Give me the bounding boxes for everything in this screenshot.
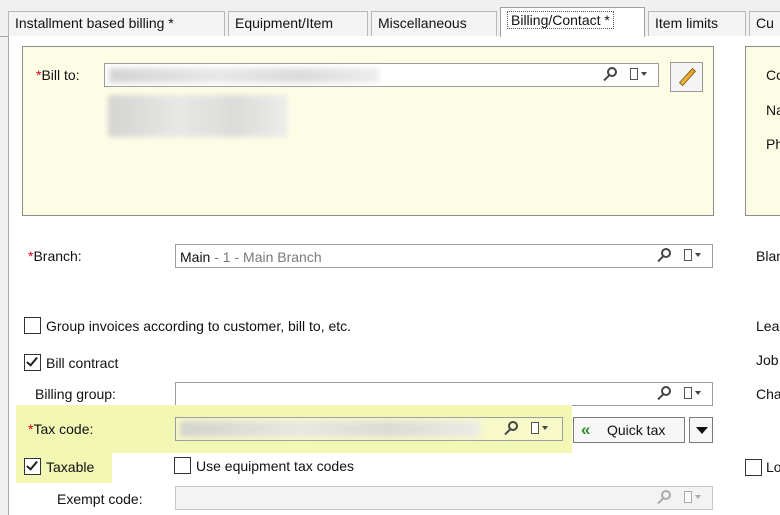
edit-bill-to-button[interactable]	[670, 62, 703, 92]
double-chevron-left-icon: «	[581, 420, 591, 439]
lo-checkbox[interactable]	[745, 459, 762, 476]
tab-miscellaneous[interactable]: Miscellaneous	[371, 11, 497, 36]
quick-tax-button[interactable]: « Quick tax	[573, 417, 685, 443]
branch-label-text: Branch:	[33, 248, 82, 264]
use-equipment-tax-label: Use equipment tax codes	[196, 458, 354, 474]
job-label: Job	[756, 352, 779, 368]
tax-code-input[interactable]	[175, 417, 563, 441]
search-icon[interactable]	[656, 247, 676, 265]
bill-to-label-text: Bill to:	[41, 67, 80, 83]
tab-item-limits[interactable]: Item limits	[648, 11, 746, 36]
tax-code-label: *Tax code:	[28, 421, 93, 437]
bill-to-label: *Bill to:	[36, 67, 80, 83]
lease-label: Lea	[756, 318, 780, 334]
group-invoices-checkbox[interactable]	[24, 317, 41, 334]
lo-label: Lo	[766, 459, 780, 475]
billing-group-input[interactable]	[175, 382, 713, 406]
contact-label-co: Co	[766, 67, 780, 83]
tab-label: Equipment/Item	[235, 15, 334, 31]
redacted-value	[180, 421, 480, 437]
pencil-icon	[678, 67, 697, 87]
redacted-value	[109, 68, 379, 83]
quick-tax-dropdown-button[interactable]	[689, 417, 713, 443]
tab-installment-based-billing[interactable]: Installment based billing *	[8, 11, 225, 36]
contact-label-ph: Ph	[766, 136, 780, 152]
group-invoices-label: Group invoices according to customer, bi…	[46, 318, 352, 334]
branch-value-suffix: - 1 - Main Branch	[210, 249, 322, 265]
checkmark-icon	[26, 458, 38, 471]
branch-value-main: Main	[180, 249, 211, 265]
bill-to-input[interactable]	[104, 63, 659, 87]
tab-label: Billing/Contact *	[507, 11, 614, 29]
lookup-menu-icon[interactable]	[629, 66, 649, 84]
exempt-code-input[interactable]	[175, 486, 713, 510]
lookup-menu-icon[interactable]	[530, 420, 550, 438]
tab-cu[interactable]: Cu	[749, 11, 780, 36]
tax-code-label-text: Tax code:	[33, 421, 94, 437]
search-icon[interactable]	[602, 66, 622, 84]
search-icon[interactable]	[503, 420, 523, 438]
blanket-label: Blan	[756, 248, 780, 264]
redacted-address	[108, 95, 288, 137]
taxable-label: Taxable	[46, 459, 95, 475]
taxable-checkbox[interactable]	[24, 458, 41, 475]
billing-group-label: Billing group:	[35, 386, 116, 402]
branch-input[interactable]: Main - 1 - Main Branch	[175, 244, 713, 268]
contact-label-na: Na	[766, 102, 780, 118]
caret-down-icon	[696, 427, 708, 434]
lookup-menu-icon[interactable]	[683, 247, 703, 265]
exempt-code-label: Exempt code:	[57, 491, 143, 507]
bill-contract-label: Bill contract	[46, 355, 119, 371]
tab-label: Item limits	[655, 15, 718, 31]
lookup-menu-icon	[683, 489, 703, 507]
lookup-menu-icon[interactable]	[683, 385, 703, 403]
branch-label: *Branch:	[28, 248, 82, 264]
bill-contract-checkbox[interactable]	[24, 354, 41, 371]
tab-label: Cu	[756, 15, 774, 31]
search-icon[interactable]	[656, 385, 676, 403]
use-equipment-tax-checkbox[interactable]	[174, 457, 191, 474]
tab-equipment-item[interactable]: Equipment/Item	[228, 11, 368, 36]
tab-label: Miscellaneous	[378, 15, 467, 31]
charge-label: Cha	[756, 386, 780, 402]
branch-value: Main - 1 - Main Branch	[180, 249, 322, 265]
quick-tax-label: Quick tax	[607, 422, 666, 438]
tab-billing-contact[interactable]: Billing/Contact *	[500, 7, 645, 37]
search-icon	[656, 489, 676, 507]
checkmark-icon	[26, 354, 38, 367]
tab-label: Installment based billing *	[15, 15, 174, 31]
